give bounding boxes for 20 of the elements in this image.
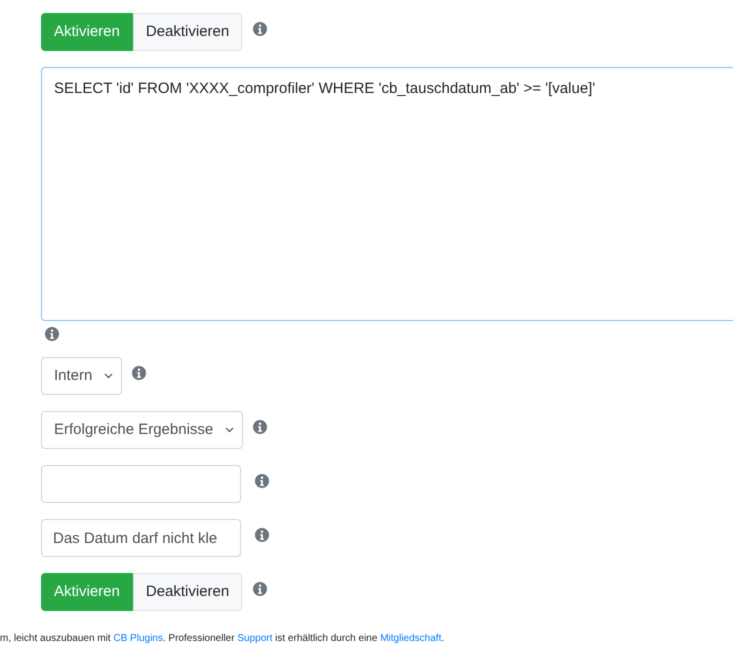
dropdown-select[interactable]: Intern xyxy=(41,357,122,395)
footer-link[interactable]: CB Plugins xyxy=(113,633,163,644)
info-icon xyxy=(253,22,268,36)
info-icon xyxy=(253,582,268,596)
chevron-down-icon xyxy=(225,427,234,433)
text-input[interactable] xyxy=(41,465,241,503)
footer-link[interactable]: Mitgliedschaft xyxy=(380,633,442,644)
info-icon xyxy=(253,420,268,434)
info-icon xyxy=(45,327,59,341)
info-icon xyxy=(132,366,146,380)
dropdown-select[interactable]: Erfolgreiche Ergebnisse xyxy=(41,411,244,449)
query-textarea[interactable]: SELECT 'id' FROM 'XXXX_comprofiler' WHERE 'cb_tauschdatum_ab' >= '[value]' xyxy=(41,67,733,321)
chevron-down-icon xyxy=(104,373,114,379)
text-input[interactable]: Das Datum darf nicht kle xyxy=(41,519,241,557)
info-icon xyxy=(255,474,269,488)
toggle-button[interactable]: Deaktivieren xyxy=(132,13,242,51)
footer-text: m, leicht auszubauen mit CB Plugins. Professioneller Support ist erhältlich durch eine Mitgliedschaft. xyxy=(0,632,446,646)
toggle-button[interactable]: Deaktivieren xyxy=(132,573,242,611)
info-icon xyxy=(255,528,269,542)
footer-link[interactable]: Support xyxy=(237,633,272,644)
